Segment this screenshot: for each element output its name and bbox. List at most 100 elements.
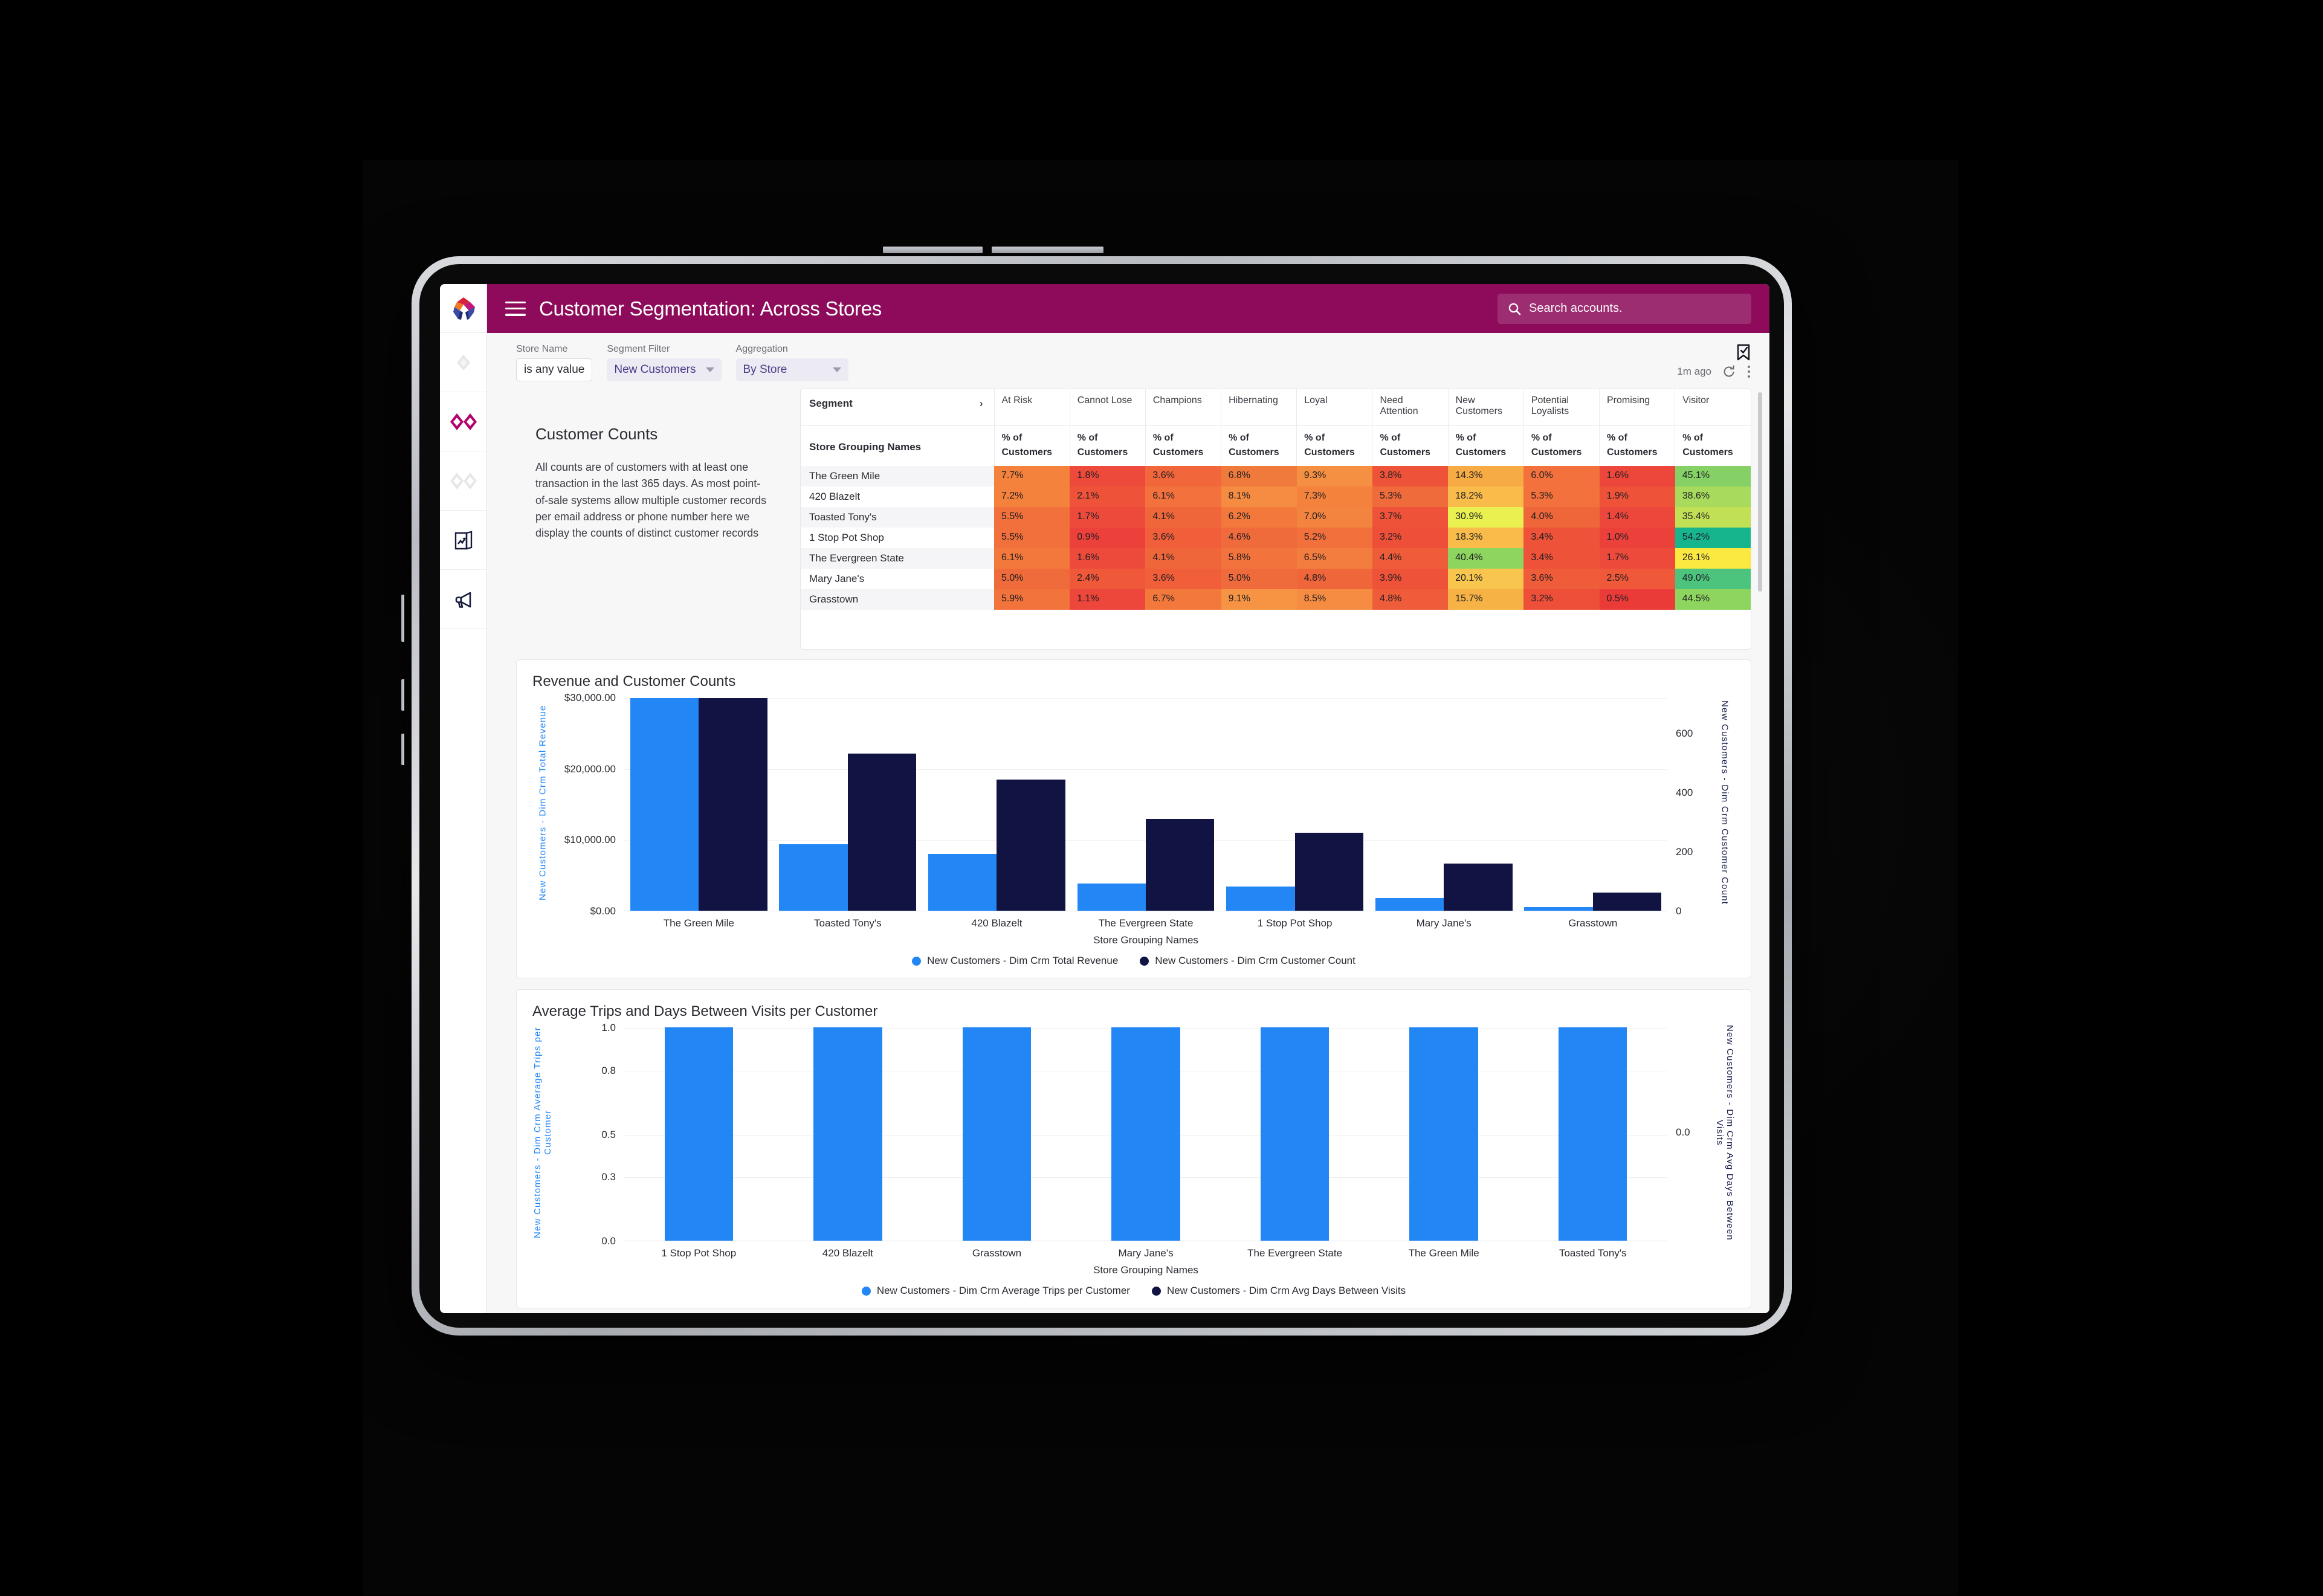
refresh-icon[interactable]	[1722, 365, 1736, 378]
bookmark-check-icon[interactable]	[1736, 344, 1751, 361]
percent-cell: 5.8%	[1221, 548, 1297, 569]
sidebar-item-diamond[interactable]	[440, 333, 486, 392]
more-vertical-icon[interactable]	[1746, 364, 1751, 379]
bar[interactable]	[1146, 819, 1215, 911]
table-row[interactable]: Toasted Tony's 5.5% 1.7% 4.1% 6.2% 7.0% 3.7% 30…	[801, 507, 1751, 528]
bar[interactable]	[1226, 886, 1295, 911]
segment-filter-select[interactable]: New Customers	[607, 358, 722, 381]
percent-cell: 6.5%	[1296, 548, 1372, 569]
table-row[interactable]: Grasstown 5.9% 1.1% 6.7% 9.1% 8.5% 4.8% 15.7% 3.…	[801, 589, 1751, 610]
app-screen: Customer Segmentation: Across Stores Sea…	[440, 284, 1769, 1313]
volume-button	[401, 679, 404, 711]
segment-column-header: Cannot Lose	[1069, 389, 1146, 426]
bar[interactable]	[928, 854, 997, 911]
bar[interactable]	[1409, 1027, 1478, 1241]
measure-column-header: % of Customers	[1675, 425, 1751, 466]
segment-table: Segment › At Risk Cannot Lose Champions Hib…	[801, 389, 1751, 610]
x-axis-title: Store Grouping Names	[1093, 1264, 1198, 1276]
bar[interactable]	[847, 754, 917, 911]
measure-column-header: % of Customers	[1296, 425, 1372, 466]
bar[interactable]	[997, 779, 1065, 911]
app-header: Customer Segmentation: Across Stores Sea…	[487, 284, 1769, 333]
filter-aggregation: Aggregation By Store	[735, 344, 848, 381]
sidebar-item-reports[interactable]	[440, 511, 486, 570]
bar[interactable]	[1592, 892, 1662, 911]
x-axis-tick-label: Grasstown	[1568, 917, 1618, 929]
table-body: The Green Mile 7.7% 1.8% 3.6% 6.8% 9.3% 3.8% 14…	[801, 466, 1751, 610]
legend-item[interactable]: New Customers - Dim Crm Customer Count	[1140, 955, 1355, 967]
bar[interactable]	[1260, 1027, 1330, 1241]
bar[interactable]	[1375, 897, 1444, 911]
sidebar-item-announcements[interactable]	[440, 570, 486, 629]
table-row[interactable]: The Evergreen State 6.1% 1.6% 4.1% 5.8% 6.5% 4…	[801, 548, 1751, 569]
x-axis-labels: 1 Stop Pot Shop 420 Blazelt Grasstown Mary …	[624, 1247, 1667, 1259]
filter-label: Store Name	[516, 344, 568, 354]
sidebar-item-explore-alt[interactable]	[440, 451, 486, 511]
percent-cell: 3.2%	[1372, 528, 1449, 548]
percent-cell: 3.9%	[1372, 569, 1449, 589]
table-row[interactable]: 420 Blazelt 7.2% 2.1% 6.1% 8.1% 7.3% 5.3% 18.2%…	[801, 486, 1751, 507]
chart-title: Average Trips and Days Between Visits pe…	[532, 1003, 878, 1019]
bar[interactable]	[962, 1027, 1032, 1241]
store-name-cell: Grasstown	[801, 589, 994, 610]
y-axis-tick-label: $20,000.00	[564, 763, 616, 775]
chart-canvas	[624, 1024, 1667, 1241]
customer-counts-panel: Customer Counts All counts are of custom…	[516, 389, 800, 650]
percent-cell: 1.4%	[1599, 507, 1675, 528]
table-row[interactable]: 1 Stop Pot Shop 5.5% 0.9% 3.6% 4.6% 5.2% 3.2% 1…	[801, 528, 1751, 548]
y2-axis-tick-label: 600	[1676, 728, 1693, 739]
sidebar-item-explore[interactable]	[440, 392, 486, 451]
measure-column-header: % of Customers	[1447, 425, 1524, 466]
power-button	[401, 734, 404, 765]
y2-axis-tick-label: 0	[1676, 905, 1682, 917]
app-logo[interactable]	[440, 284, 486, 333]
bar[interactable]	[699, 698, 767, 911]
percent-cell: 9.3%	[1296, 466, 1372, 486]
bar[interactable]	[630, 698, 699, 911]
legend-label: New Customers - Dim Crm Customer Count	[1155, 955, 1355, 966]
status-row: 1m ago	[1677, 364, 1751, 379]
measure-column-header: % of Customers	[1523, 425, 1600, 466]
bar[interactable]	[664, 1027, 733, 1241]
bar[interactable]	[813, 1027, 882, 1241]
segment-column-header: Champions	[1145, 389, 1221, 426]
x-axis-tick-label: The Evergreen State	[1098, 917, 1194, 929]
legend-swatch-icon	[861, 1286, 871, 1296]
vertical-scrollbar[interactable]	[1758, 392, 1762, 592]
chart-title: Revenue and Customer Counts	[532, 673, 736, 690]
x-axis-tick-label: 420 Blazelt	[822, 1247, 873, 1259]
bar[interactable]	[1111, 1027, 1180, 1241]
bar[interactable]	[1444, 863, 1513, 911]
bar[interactable]	[1077, 883, 1146, 911]
measure-column-header: % of Customers	[993, 425, 1070, 466]
percent-cell: 30.9%	[1448, 507, 1524, 528]
bar-group	[922, 694, 1071, 911]
legend-swatch-icon	[912, 956, 922, 966]
store-name-field[interactable]: is any value	[516, 358, 593, 381]
legend-swatch-icon	[1151, 1286, 1161, 1296]
bar-group	[1518, 694, 1667, 911]
arch-logo-icon	[453, 297, 475, 320]
table-row[interactable]: The Green Mile 7.7% 1.8% 3.6% 6.8% 9.3% 3.8% 14…	[801, 466, 1751, 486]
table-row[interactable]: Mary Jane's 5.0% 2.4% 3.6% 5.0% 4.8% 3.9% 20.1%…	[801, 569, 1751, 589]
bar[interactable]	[779, 844, 848, 911]
legend-label: New Customers - Dim Crm Average Trips pe…	[876, 1285, 1130, 1296]
bar[interactable]	[1294, 833, 1364, 911]
segment-header-cell: Segment ›	[801, 389, 994, 426]
search-input[interactable]: Search accounts.	[1498, 293, 1751, 324]
y-axis-ticks: $0.00 $10,000.00 $20,000.00 $30,000.00	[553, 692, 624, 917]
legend-item[interactable]: New Customers - Dim Crm Total Revenue	[912, 955, 1118, 967]
chevron-right-icon[interactable]: ›	[980, 398, 987, 410]
measure-column-header: % of Customers	[1145, 425, 1221, 466]
aggregation-select[interactable]: By Store	[735, 358, 848, 381]
legend-item[interactable]: New Customers - Dim Crm Avg Days Between…	[1151, 1285, 1406, 1297]
bar[interactable]	[1559, 1027, 1627, 1241]
legend-item[interactable]: New Customers - Dim Crm Average Trips pe…	[861, 1285, 1130, 1297]
percent-cell: 9.1%	[1221, 589, 1297, 610]
hamburger-menu-icon[interactable]	[505, 301, 526, 316]
x-axis-tick-label: Mary Jane's	[1118, 1247, 1174, 1259]
bar[interactable]	[1524, 906, 1593, 911]
store-name-cell: Mary Jane's	[809, 573, 865, 584]
volume-button	[401, 595, 404, 642]
percent-cell: 40.4%	[1448, 548, 1524, 569]
